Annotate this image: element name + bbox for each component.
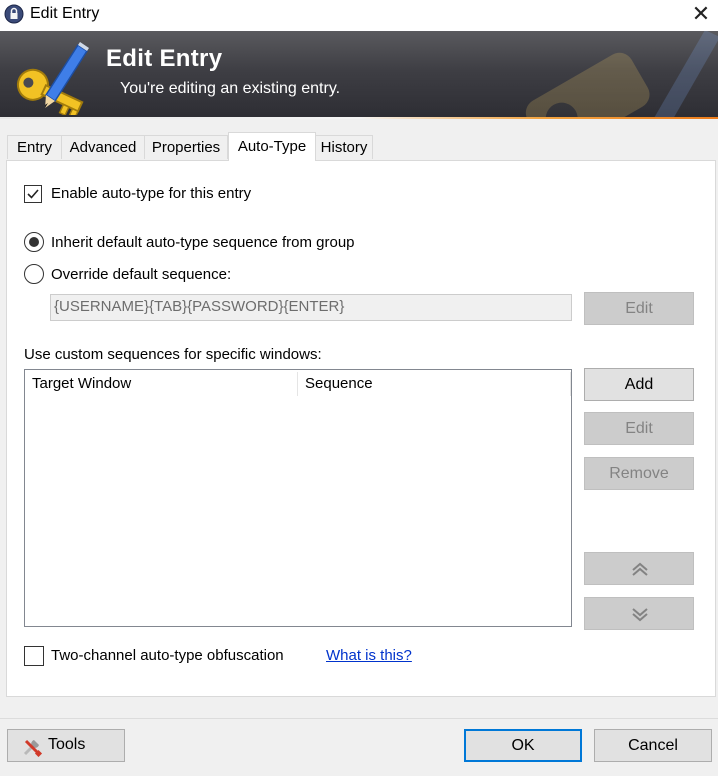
override-sequence-radio[interactable] [24,264,44,284]
keepass-lock-icon [4,4,24,24]
banner-watermark-icon [525,31,718,119]
header-banner: Edit Entry You're editing an existing en… [0,31,718,119]
tab-auto-type[interactable]: Auto-Type [228,132,316,161]
cancel-button[interactable]: Cancel [594,729,712,762]
obfuscation-label[interactable]: Two-channel auto-type obfuscation [51,647,284,664]
override-sequence-label[interactable]: Override default sequence: [51,266,231,283]
enable-auto-type-label[interactable]: Enable auto-type for this entry [51,185,251,202]
override-sequence-field[interactable]: {USERNAME}{TAB}{PASSWORD}{ENTER} [50,294,572,321]
inherit-sequence-radio[interactable] [24,232,44,252]
ok-button[interactable]: OK [464,729,582,762]
tab-entry[interactable]: Entry [7,135,62,159]
banner-subtitle: You're editing an existing entry. [120,80,341,97]
checkmark-icon [27,189,39,199]
column-header-target-window[interactable]: Target Window [25,370,298,398]
add-button[interactable]: Add [584,368,694,401]
obfuscation-checkbox[interactable] [24,646,44,666]
window-title: Edit Entry [30,5,100,22]
title-bar: Edit Entry ✕ [0,0,718,31]
window-sequence-list[interactable]: Target Window Sequence [24,369,572,627]
tools-button-label: Tools [48,736,86,753]
close-icon[interactable]: ✕ [688,2,714,28]
column-divider[interactable] [570,372,571,396]
tools-button[interactable]: Tools [7,729,125,762]
key-pencil-icon [16,42,89,115]
remove-button[interactable]: Remove [584,457,694,490]
banner-accent-strip [0,117,718,119]
enable-auto-type-checkbox[interactable] [24,185,42,203]
move-up-button[interactable] [584,552,694,585]
double-chevron-down-icon [632,608,648,622]
banner-title: Edit Entry [106,45,223,72]
edit-sequence-button[interactable]: Edit [584,292,694,325]
tools-icon [23,739,43,757]
tab-history[interactable]: History [315,135,373,159]
double-chevron-up-icon [632,562,648,576]
edit-window-sequence-button[interactable]: Edit [584,412,694,445]
footer-separator [0,718,718,719]
inherit-sequence-label[interactable]: Inherit default auto-type sequence from … [51,234,355,251]
custom-sequences-label: Use custom sequences for specific window… [24,346,322,363]
radio-selected-dot [29,237,39,247]
tab-advanced[interactable]: Advanced [61,135,145,159]
move-down-button[interactable] [584,597,694,630]
what-is-this-link[interactable]: What is this? [326,647,412,664]
column-header-sequence[interactable]: Sequence [298,370,570,398]
tab-properties[interactable]: Properties [144,135,228,159]
